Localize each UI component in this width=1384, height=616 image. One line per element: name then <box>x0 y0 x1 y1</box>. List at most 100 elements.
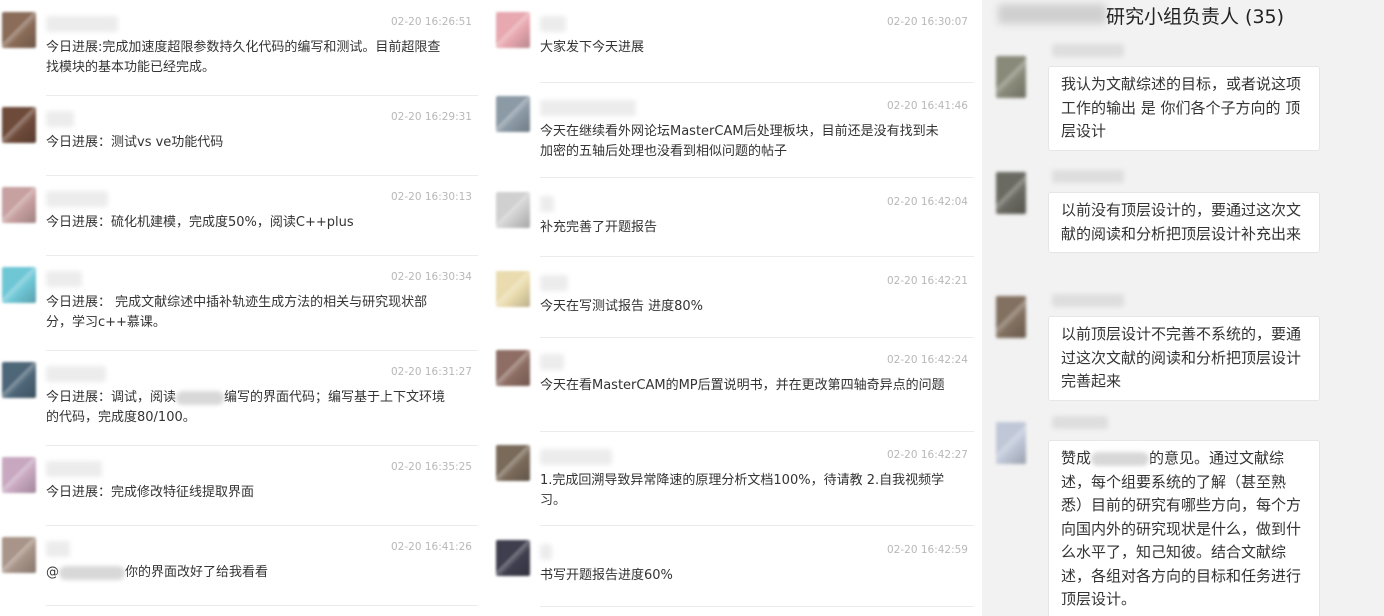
avatar[interactable] <box>996 172 1026 214</box>
chat-message[interactable]: 02-20 16:41:46 今天在继续看外网论坛MasterCAM后处理板块，… <box>494 96 974 182</box>
chat-message[interactable]: 02-20 16:29:31 今日进展：测试vs ve功能代码 <box>0 107 478 175</box>
message-divider <box>540 337 974 338</box>
message-text-part: 赞成 <box>1061 449 1092 467</box>
sender-name-redacted <box>540 16 566 32</box>
message-bubble: 我认为文献综述的目标，或者说这项工作的输出 是 你们各个子方向的 顶层设计 <box>1048 66 1320 151</box>
message-text: 今日进展： 完成文献综述中插补轨迹生成方法的相关与研究现状部分，学习c++慕课。 <box>46 295 428 330</box>
avatar[interactable] <box>2 187 36 223</box>
message-divider <box>46 95 478 96</box>
sender-name-redacted <box>46 191 108 207</box>
message-timestamp: 02-20 16:30:34 <box>390 271 472 283</box>
message-divider <box>540 177 974 178</box>
chat-column-left: 02-20 16:26:51 今日进展:完成加速度超限参数持久化代码的编写和测试… <box>0 0 478 616</box>
message-timestamp: 02-20 16:29:31 <box>390 111 472 123</box>
sender-name-redacted <box>1052 170 1124 183</box>
message-timestamp: 02-20 16:41:46 <box>886 100 968 112</box>
message-divider <box>46 350 478 351</box>
avatar[interactable] <box>496 96 530 132</box>
avatar[interactable] <box>2 267 36 303</box>
message-timestamp: 02-20 16:42:59 <box>886 544 968 556</box>
sender-name-redacted <box>46 271 82 287</box>
chat-column-middle: 02-20 16:30:07 大家发下今天进展 02-20 16:41:46 今… <box>494 0 974 616</box>
group-chat-message[interactable]: 以前没有顶层设计的，要通过这次文献的阅读和分析把顶层设计补充出来 <box>982 168 1384 280</box>
avatar[interactable] <box>2 362 36 398</box>
message-timestamp: 02-20 16:42:04 <box>886 196 968 208</box>
message-timestamp: 02-20 16:30:07 <box>886 16 968 28</box>
chat-message[interactable]: 02-20 16:31:27 今日进展：调试，阅读 编写的界面代码；编写基于上下文… <box>0 362 478 446</box>
avatar[interactable] <box>2 537 36 573</box>
avatar[interactable] <box>496 271 530 307</box>
sender-name-redacted <box>46 111 74 127</box>
message-text: 大家发下今天进展 <box>540 40 645 55</box>
message-timestamp: 02-20 16:41:26 <box>390 541 472 553</box>
chat-message[interactable]: 02-20 16:30:34 今日进展： 完成文献综述中插补轨迹生成方法的相关与… <box>0 267 478 351</box>
message-text-part: 今日进展：调试，阅读 <box>46 390 177 405</box>
sender-name-redacted <box>540 196 554 212</box>
message-timestamp: 02-20 16:30:13 <box>390 191 472 203</box>
chat-message[interactable]: 02-20 16:42:24 今天在看MasterCAM的MP后置说明书，并在更… <box>494 350 974 430</box>
chat-message[interactable]: 02-20 16:42:21 今天在写测试报告 进度80% <box>494 271 974 337</box>
avatar[interactable] <box>496 540 530 576</box>
group-chat-message[interactable]: 我认为文献综述的目标，或者说这项工作的输出 是 你们各个子方向的 顶层设计 <box>982 42 1384 156</box>
message-text: 今日进展：调试，阅读 编写的界面代码；编写基于上下文环境的代码，完成度80/100… <box>46 388 452 428</box>
chat-message[interactable]: 02-20 16:42:04 补充完善了开题报告 <box>494 192 974 256</box>
message-divider <box>46 605 478 606</box>
message-divider <box>46 255 478 256</box>
message-text-part: @ <box>46 565 59 580</box>
chat-message[interactable]: 02-20 16:30:13 今日进展：硫化机建模，完成度50%，阅读C++pl… <box>0 187 478 255</box>
message-text: 今日进展：硫化机建模，完成度50%，阅读C++plus <box>46 215 354 230</box>
message-divider <box>540 525 974 526</box>
redacted-name <box>176 390 225 405</box>
message-text: 今天在写测试报告 进度80% <box>540 299 704 314</box>
message-bubble: 赞成 的意见。通过文献综述，每个组要系统的了解（甚至熟悉）目前的研究有哪些方向，每… <box>1048 440 1320 616</box>
avatar[interactable] <box>996 422 1026 464</box>
message-timestamp: 02-20 16:42:24 <box>886 354 968 366</box>
chat-message[interactable]: 02-20 16:30:07 大家发下今天进展 <box>494 12 974 82</box>
chat-message[interactable]: 02-20 16:41:26 @ 你的界面改好了给我看看 <box>0 537 478 605</box>
message-text: 今日进展：完成修改特征线提取界面 <box>46 485 255 500</box>
chat-message[interactable]: 02-20 16:35:25 今日进展：完成修改特征线提取界面 <box>0 457 478 525</box>
group-chat-message[interactable]: 赞成 的意见。通过文献综述，每个组要系统的了解（甚至熟悉）目前的研究有哪些方向，每… <box>982 414 1384 616</box>
chat-message[interactable]: 02-20 16:42:59 书写开题报告进度60% <box>494 540 974 606</box>
sender-name-redacted <box>540 100 636 116</box>
sender-name-redacted <box>1052 416 1108 429</box>
message-text-part: 的意见。通过文献综述，每个组要系统的了解（甚至熟悉）目前的研究有哪些方向，每个方… <box>1061 449 1302 608</box>
group-chat-panel: 研究小组负责人 (35) 我认为文献综述的目标，或者说这项工作的输出 是 你们各… <box>982 0 1384 616</box>
avatar[interactable] <box>496 350 530 386</box>
message-divider <box>540 256 974 257</box>
group-chat-message[interactable]: 以前顶层设计不完善不系统的，要通过这次文献的阅读和分析把顶层设计完善起来 <box>982 292 1384 404</box>
avatar[interactable] <box>2 107 36 143</box>
message-divider <box>540 431 974 432</box>
avatar[interactable] <box>2 12 36 48</box>
message-text: 补充完善了开题报告 <box>540 220 658 235</box>
sender-name-redacted <box>46 16 118 32</box>
sender-name-redacted <box>46 541 70 557</box>
chat-message[interactable]: 02-20 16:42:27 1.完成回溯导致异常降速的原理分析文档100%，待… <box>494 445 974 525</box>
sender-name-redacted <box>540 544 552 560</box>
group-title: 研究小组负责人 (35) <box>1106 6 1285 28</box>
avatar[interactable] <box>496 445 530 481</box>
sender-name-redacted <box>46 366 106 382</box>
message-timestamp: 02-20 16:31:27 <box>390 366 472 378</box>
avatar[interactable] <box>496 192 530 228</box>
sender-name-redacted <box>1052 44 1124 57</box>
message-timestamp: 02-20 16:35:25 <box>390 461 472 473</box>
message-divider <box>540 82 974 83</box>
avatar[interactable] <box>2 457 36 493</box>
message-text: 今天在继续看外网论坛MasterCAM后处理板块，目前还是没有找到未加密的五轴后… <box>540 124 939 159</box>
avatar[interactable] <box>996 56 1026 98</box>
message-bubble: 以前没有顶层设计的，要通过这次文献的阅读和分析把顶层设计补充出来 <box>1048 192 1320 253</box>
group-name-redacted <box>998 4 1106 24</box>
message-timestamp: 02-20 16:42:21 <box>886 275 968 287</box>
message-timestamp: 02-20 16:26:51 <box>390 16 472 28</box>
sender-name-redacted <box>540 449 612 465</box>
avatar[interactable] <box>496 12 530 48</box>
message-text: 书写开题报告进度60% <box>540 568 673 583</box>
avatar[interactable] <box>996 296 1026 338</box>
message-divider <box>46 175 478 176</box>
message-timestamp: 02-20 16:42:27 <box>886 449 968 461</box>
message-divider <box>46 445 478 446</box>
message-text: 1.完成回溯导致异常降速的原理分析文档100%，待请教 2.自我视频学习。 <box>540 473 945 508</box>
message-text: 今天在看MasterCAM的MP后置说明书，并在更改第四轴奇异点的问题 <box>540 378 945 393</box>
chat-message[interactable]: 02-20 16:26:51 今日进展:完成加速度超限参数持久化代码的编写和测试… <box>0 12 478 96</box>
